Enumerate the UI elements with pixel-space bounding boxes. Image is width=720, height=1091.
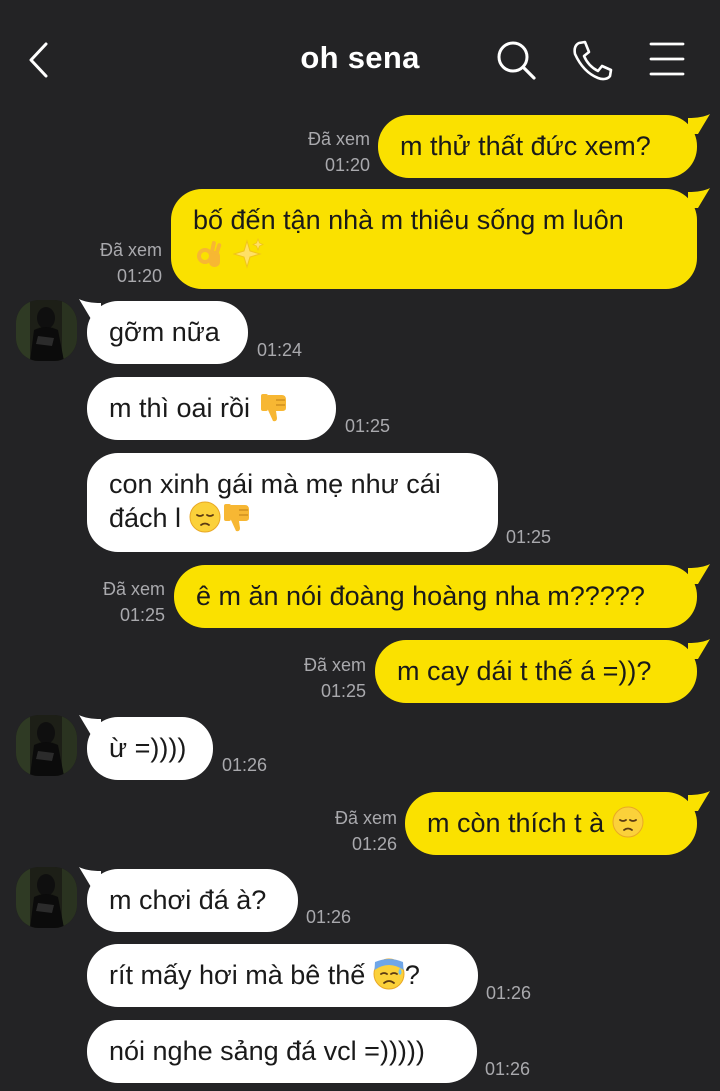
thumbs-down-emoji — [223, 504, 249, 532]
message-time: 01:25 — [320, 681, 366, 701]
read-status: Đã xem — [99, 240, 162, 260]
ok-hand-emoji — [197, 241, 222, 267]
message-text: m thì oai rồi — [109, 393, 251, 423]
message-meta: Đã xem 01:20 — [62, 237, 162, 289]
sparkles-emoji — [232, 237, 264, 269]
read-status: Đã xem — [307, 129, 370, 149]
read-status: Đã xem — [334, 808, 397, 828]
contact-avatar[interactable] — [16, 867, 77, 928]
message-time: 01:26 — [306, 907, 352, 927]
chevron-left-icon — [29, 42, 48, 78]
bubble-tail — [688, 114, 710, 134]
message-text: nói nghe sảng đá vcl =))))) — [109, 1036, 425, 1066]
message-text: m chơi đá à? — [109, 885, 267, 915]
message-time: 01:25 — [506, 527, 552, 547]
message-text: bố đến tận nhà m thiêu sống m luôn — [193, 205, 624, 235]
message-text-suffix: ? — [404, 960, 420, 990]
message-time: 01:26 — [486, 983, 532, 1003]
message-text: đách l — [109, 503, 182, 533]
menu-button[interactable] — [645, 38, 689, 82]
hamburger-menu-icon — [649, 42, 685, 76]
message-time: 01:26 — [351, 834, 397, 854]
pensive-face-emoji — [612, 806, 644, 838]
avatar-photo — [16, 867, 77, 928]
message-time: 01:20 — [324, 155, 370, 175]
message-text-line-2: đách l — [109, 501, 476, 535]
message-time: 01:24 — [257, 340, 303, 360]
incoming-message-bubble[interactable]: nói nghe sảng đá vcl =))))) — [87, 1020, 477, 1083]
outgoing-message-bubble[interactable]: m còn thích t à — [405, 792, 697, 855]
incoming-message-bubble[interactable]: con xinh gái mà mẹ như cái đách l — [87, 453, 498, 552]
search-icon — [497, 41, 536, 80]
search-button[interactable] — [494, 38, 538, 82]
message-time: 01:26 — [485, 1059, 531, 1079]
phone-icon — [573, 40, 613, 81]
pensive-face-emoji — [189, 501, 221, 533]
message-text: ê m ăn nói đoàng hoàng nha m????? — [196, 581, 645, 611]
message-text: m thử thất đức xem? — [400, 131, 651, 161]
message-time: 01:20 — [116, 266, 162, 286]
outgoing-message-bubble[interactable]: bố đến tận nhà m thiêu sống m luôn — [171, 189, 697, 289]
message-text: gỡm nữa — [109, 317, 220, 347]
bubble-tail — [688, 639, 710, 659]
message-meta: Đã xem 01:26 — [297, 805, 397, 857]
message-time: 01:25 — [119, 605, 165, 625]
incoming-message-bubble[interactable]: gỡm nữa — [87, 301, 248, 364]
message-text: rít mấy hơi mà bê thế — [109, 960, 366, 990]
outgoing-message-bubble[interactable]: m thử thất đức xem? — [378, 115, 697, 178]
read-status: Đã xem — [303, 655, 366, 675]
outgoing-message-bubble[interactable]: ê m ăn nói đoàng hoàng nha m????? — [174, 565, 697, 628]
message-meta: Đã xem 01:25 — [266, 652, 366, 704]
bubble-tail — [688, 564, 710, 584]
incoming-message-bubble[interactable]: m chơi đá à? — [87, 869, 298, 932]
contact-avatar[interactable] — [16, 715, 77, 776]
avatar-photo — [16, 300, 77, 361]
incoming-message-bubble[interactable]: ừ =)))) — [87, 717, 213, 780]
incoming-message-bubble[interactable]: rít mấy hơi mà bê thế ? — [87, 944, 478, 1007]
read-status: Đã xem — [102, 579, 165, 599]
emoji-row — [193, 237, 674, 271]
contact-avatar[interactable] — [16, 300, 77, 361]
bubble-tail — [688, 188, 710, 208]
chat-title: oh sena — [300, 40, 420, 75]
outgoing-message-bubble[interactable]: m cay dái t thế á =))? — [375, 640, 697, 703]
message-text: m cay dái t thế á =))? — [397, 656, 652, 686]
avatar-photo — [16, 715, 77, 776]
back-button[interactable] — [22, 38, 62, 82]
message-time: 01:25 — [345, 416, 391, 436]
message-text: m còn thích t à — [427, 808, 605, 838]
incoming-message-bubble[interactable]: m thì oai rồi — [87, 377, 336, 440]
message-meta: Đã xem 01:25 — [65, 576, 165, 628]
message-meta: Đã xem 01:20 — [270, 126, 370, 178]
bubble-tail — [688, 791, 710, 811]
message-time: 01:26 — [222, 755, 268, 775]
call-button[interactable] — [570, 38, 614, 82]
anxious-face-with-sweat-emoji — [373, 958, 405, 990]
thumbs-down-emoji — [260, 394, 286, 422]
message-text: con xinh gái mà mẹ như cái — [109, 469, 441, 499]
chat-header: oh sena — [0, 0, 720, 118]
message-text: ừ =)))) — [109, 733, 187, 763]
